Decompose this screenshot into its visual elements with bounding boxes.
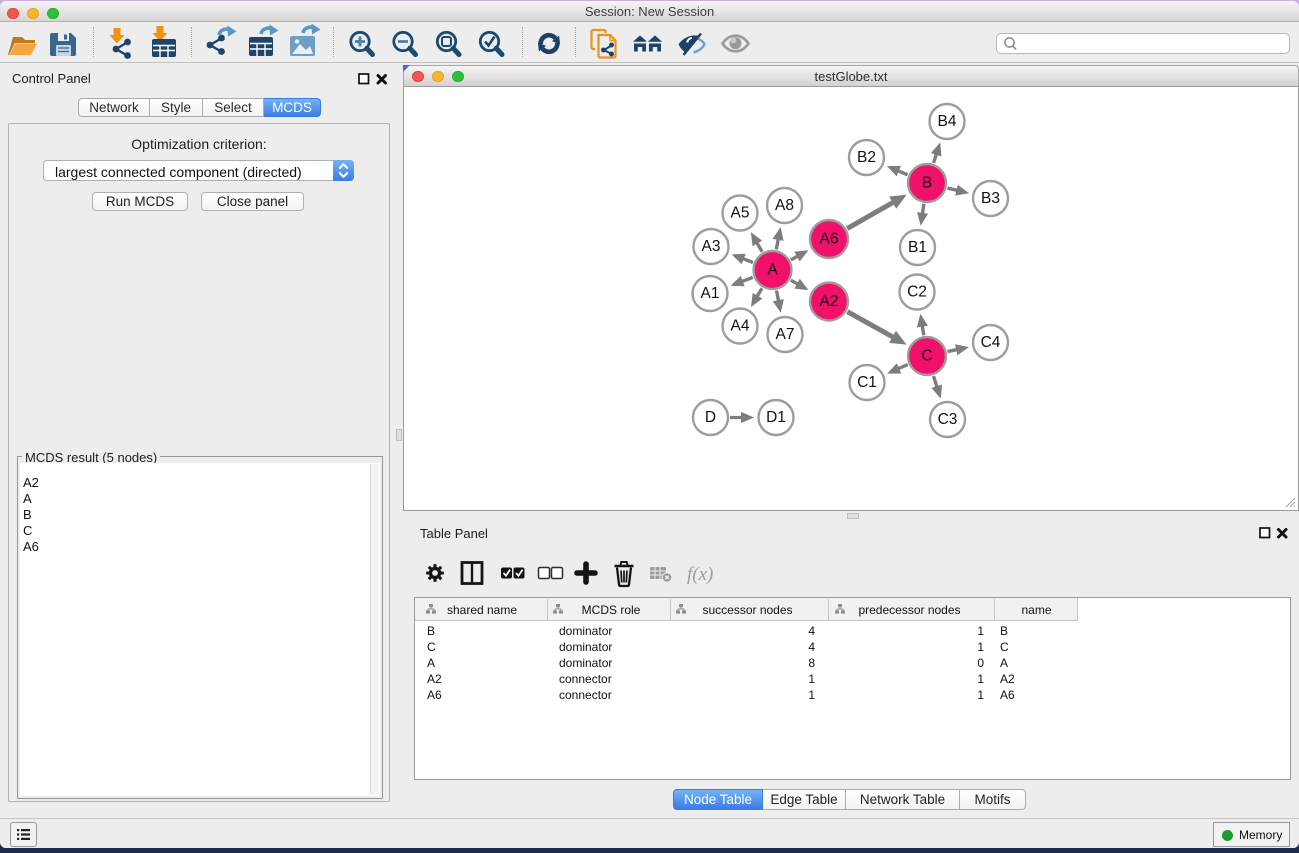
- svg-text:f(x): f(x): [687, 564, 713, 585]
- svg-text:B2: B2: [857, 149, 876, 166]
- svg-text:A2: A2: [820, 293, 839, 310]
- svg-text:C1: C1: [857, 374, 877, 391]
- svg-text:B3: B3: [981, 190, 1000, 207]
- svg-text:A1: A1: [701, 285, 720, 302]
- svg-text:A5: A5: [731, 205, 750, 222]
- svg-text:A: A: [767, 262, 778, 279]
- svg-text:D1: D1: [766, 409, 786, 426]
- svg-text:A4: A4: [731, 318, 750, 335]
- svg-text:C3: C3: [938, 411, 958, 428]
- svg-text:B4: B4: [938, 113, 957, 130]
- svg-text:A6: A6: [820, 231, 839, 248]
- svg-text:C: C: [921, 348, 932, 365]
- svg-text:A7: A7: [776, 326, 795, 343]
- svg-text:C4: C4: [981, 334, 1001, 351]
- svg-text:B: B: [922, 175, 932, 192]
- svg-text:D: D: [705, 409, 716, 426]
- svg-text:A8: A8: [775, 197, 794, 214]
- svg-text:C2: C2: [907, 284, 927, 301]
- svg-text:A3: A3: [702, 238, 721, 255]
- svg-text:B1: B1: [908, 239, 927, 256]
